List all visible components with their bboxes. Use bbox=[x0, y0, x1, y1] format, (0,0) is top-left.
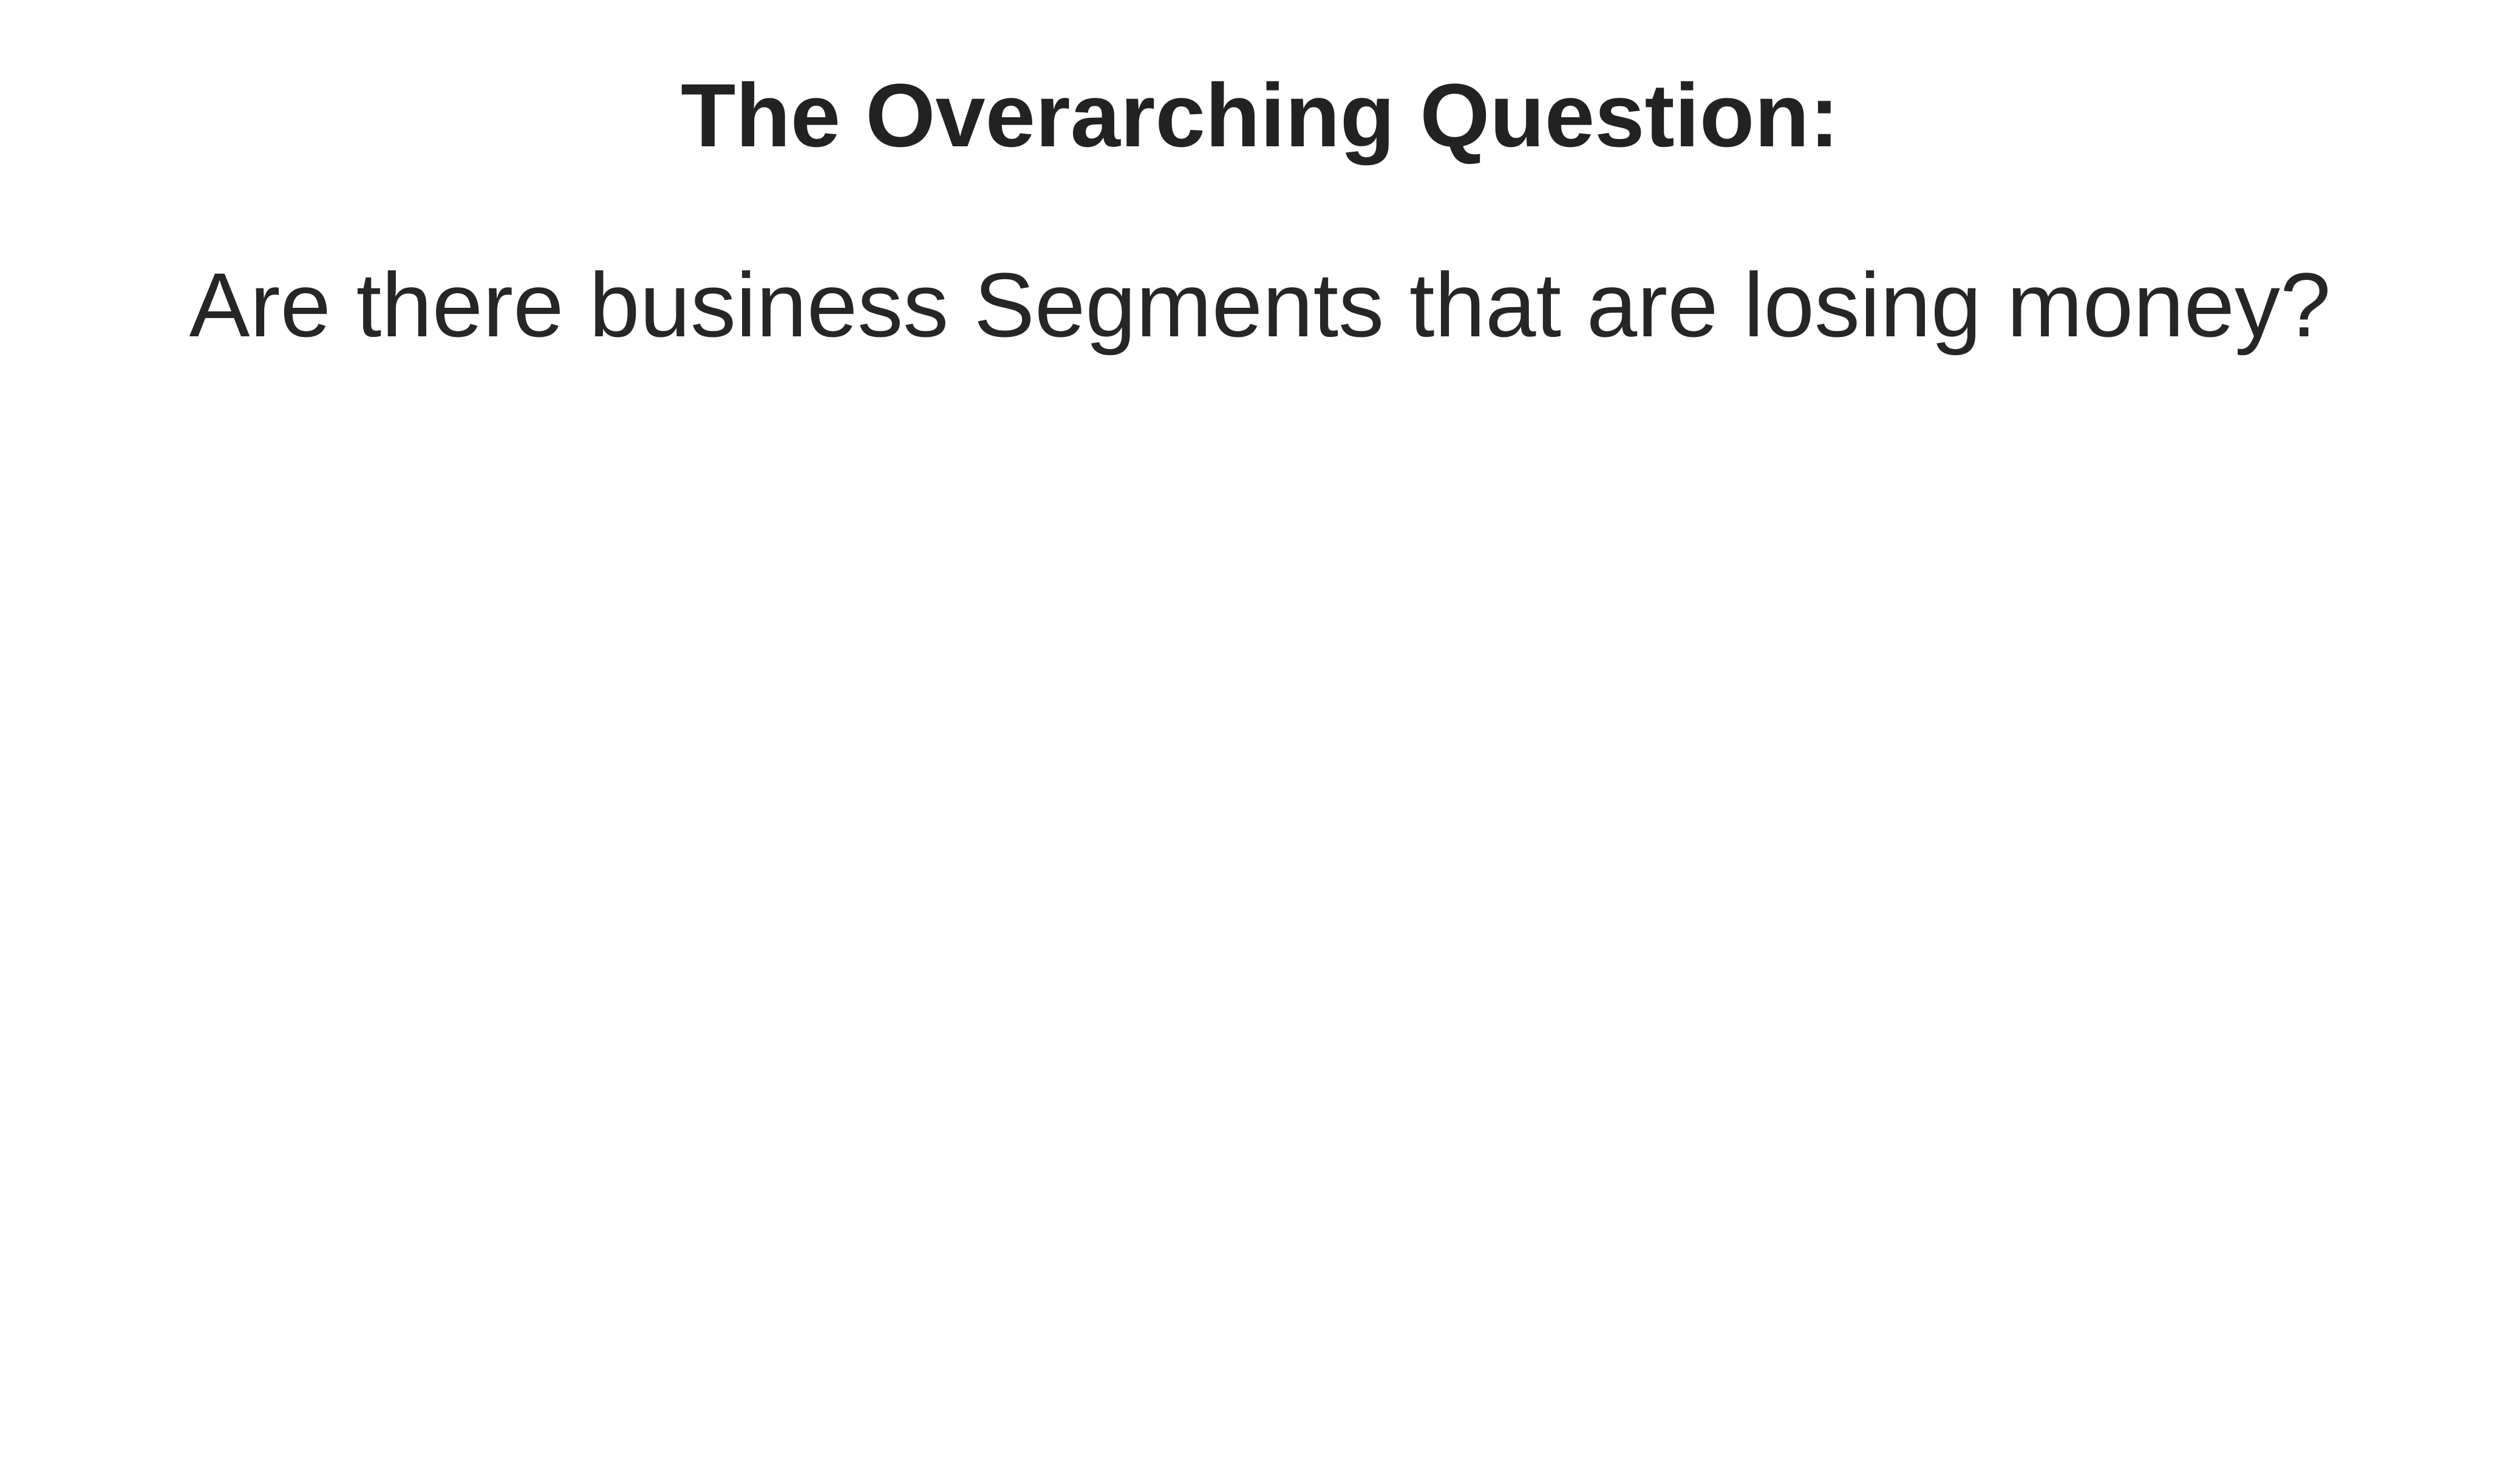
slide-canvas: The Overarching Question: Are there busi… bbox=[0, 0, 2520, 1457]
slide-question-text: Are there business Segments that are los… bbox=[189, 254, 2331, 356]
slide-title: The Overarching Question: bbox=[681, 66, 1839, 166]
